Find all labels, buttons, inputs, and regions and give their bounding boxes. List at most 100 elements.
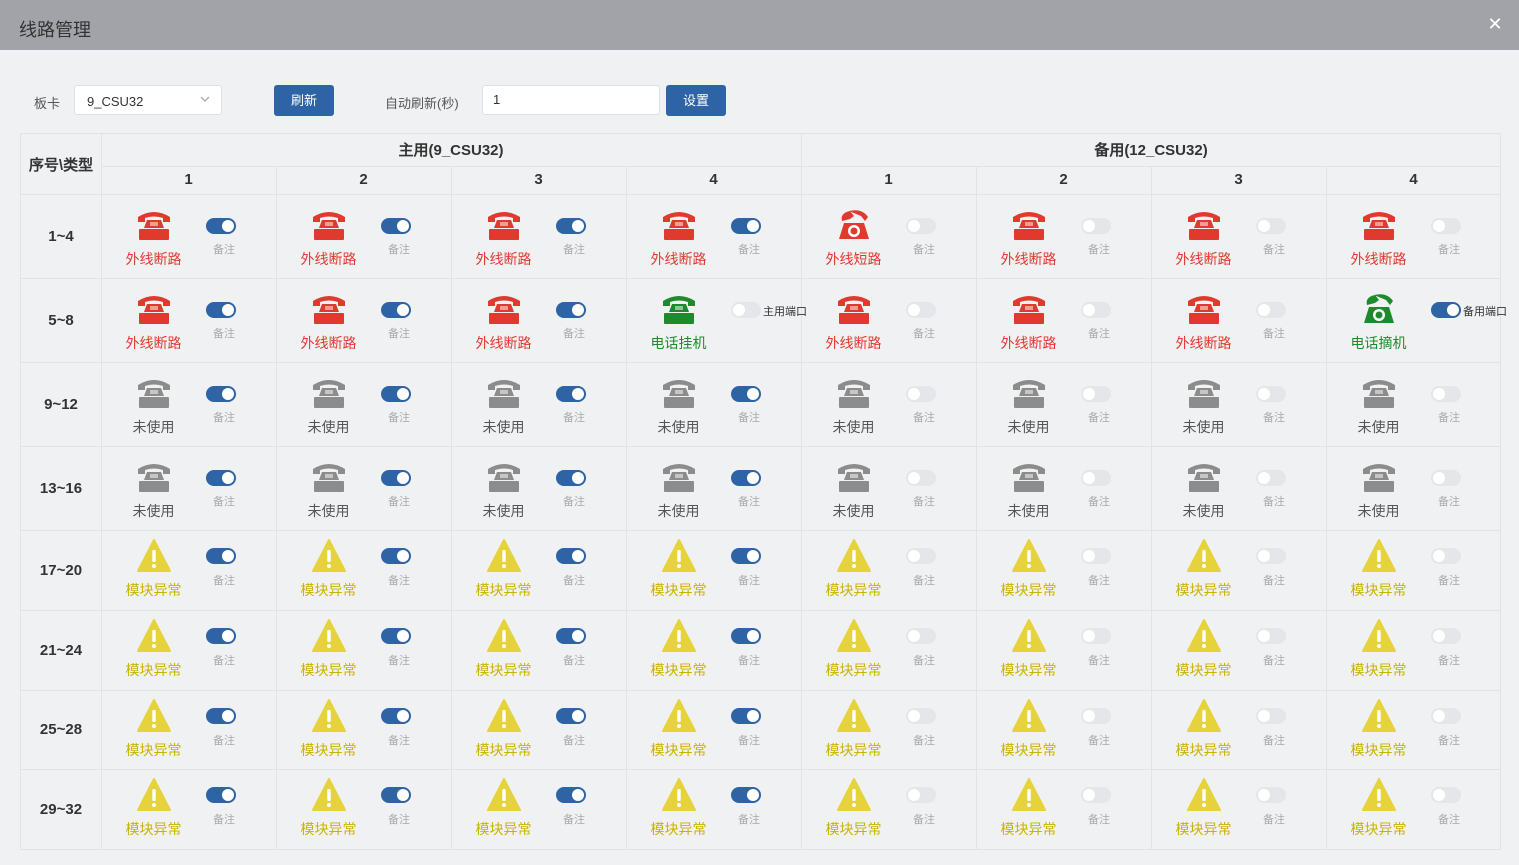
column-header-primary-2: 2 [359,171,368,188]
line-enable-toggle[interactable] [381,787,411,803]
line-enable-toggle[interactable] [731,386,761,402]
warning-icon [1186,538,1222,574]
board-select[interactable]: 9_CSU32 [74,85,222,115]
toggle-knob [1433,710,1445,722]
line-enable-toggle[interactable] [206,302,236,318]
board-select-value: 9_CSU32 [87,94,144,109]
status-text: 外线断路 [650,251,707,267]
line-enable-toggle[interactable] [1256,386,1286,402]
toggle-knob [1083,472,1095,484]
line-enable-toggle[interactable] [1081,628,1111,644]
line-enable-toggle[interactable] [1256,708,1286,724]
line-enable-toggle[interactable] [731,470,761,486]
line-enable-toggle[interactable] [1256,302,1286,318]
line-enable-toggle[interactable] [206,548,236,564]
line-cell: 未使用 备注 [1151,446,1326,530]
line-enable-toggle[interactable] [1431,787,1461,803]
line-enable-toggle[interactable] [1431,548,1461,564]
line-enable-toggle[interactable] [1431,218,1461,234]
line-enable-toggle[interactable] [381,548,411,564]
line-enable-toggle[interactable] [206,628,236,644]
line-enable-toggle[interactable] [381,386,411,402]
line-cell: 外线断路 备注 [101,194,276,278]
line-enable-toggle[interactable] [906,470,936,486]
auto-refresh-input[interactable]: 1 [482,85,660,115]
toggle-knob [1258,472,1270,484]
toggle-knob [1433,220,1445,232]
line-enable-toggle[interactable] [556,787,586,803]
line-enable-toggle[interactable] [731,302,761,318]
line-enable-toggle[interactable] [381,708,411,724]
line-enable-toggle[interactable] [906,628,936,644]
status-text: 模块异常 [825,821,882,837]
line-enable-toggle[interactable] [1431,708,1461,724]
line-enable-toggle[interactable] [1256,470,1286,486]
status-text: 模块异常 [300,582,357,598]
line-enable-toggle[interactable] [906,218,936,234]
line-enable-toggle[interactable] [556,548,586,564]
line-enable-toggle[interactable] [1081,470,1111,486]
line-enable-toggle[interactable] [556,302,586,318]
column-header-primary-3: 3 [534,171,543,188]
line-cell: 模块异常 备注 [801,769,976,849]
line-enable-toggle[interactable] [1256,548,1286,564]
line-enable-toggle[interactable] [1431,302,1461,318]
line-enable-toggle[interactable] [206,708,236,724]
telephone-icon [311,459,347,495]
line-enable-toggle[interactable] [731,787,761,803]
line-enable-toggle[interactable] [1081,218,1111,234]
line-enable-toggle[interactable] [731,548,761,564]
line-enable-toggle[interactable] [381,628,411,644]
note-label: 备注 [1088,814,1110,826]
refresh-button[interactable]: 刷新 [274,85,334,116]
note-label: 备注 [738,575,760,587]
close-icon[interactable]: ✕ [1485,14,1505,34]
line-enable-toggle[interactable] [206,386,236,402]
note-label: 备注 [1263,575,1285,587]
line-enable-toggle[interactable] [1081,787,1111,803]
line-enable-toggle[interactable] [1081,548,1111,564]
line-enable-toggle[interactable] [206,470,236,486]
row-label: 17~20 [39,561,83,579]
status-text: 未使用 [1182,503,1225,519]
line-enable-toggle[interactable] [906,386,936,402]
line-enable-toggle[interactable] [381,470,411,486]
line-enable-toggle[interactable] [1256,787,1286,803]
line-enable-toggle[interactable] [906,708,936,724]
status-text: 未使用 [132,503,175,519]
line-enable-toggle[interactable] [906,787,936,803]
line-enable-toggle[interactable] [1081,708,1111,724]
line-enable-toggle[interactable] [381,218,411,234]
note-label: 备注 [213,735,235,747]
line-enable-toggle[interactable] [1081,386,1111,402]
line-enable-toggle[interactable] [906,302,936,318]
line-enable-toggle[interactable] [556,386,586,402]
line-enable-toggle[interactable] [731,708,761,724]
warning-icon [836,618,872,654]
note-label: 备注 [563,244,585,256]
telephone-icon [661,291,697,327]
line-enable-toggle[interactable] [556,708,586,724]
note-label: 备注 [738,655,760,667]
line-enable-toggle[interactable] [556,628,586,644]
line-enable-toggle[interactable] [731,628,761,644]
line-enable-toggle[interactable] [731,218,761,234]
set-button[interactable]: 设置 [666,85,726,116]
line-enable-toggle[interactable] [1256,628,1286,644]
line-enable-toggle[interactable] [556,218,586,234]
line-enable-toggle[interactable] [381,302,411,318]
warning-icon [136,618,172,654]
line-enable-toggle[interactable] [206,218,236,234]
line-enable-toggle[interactable] [1431,470,1461,486]
line-enable-toggle[interactable] [906,548,936,564]
status-text: 模块异常 [1175,582,1232,598]
line-enable-toggle[interactable] [1081,302,1111,318]
line-enable-toggle[interactable] [1431,386,1461,402]
line-cell: 未使用 备注 [451,362,626,446]
line-enable-toggle[interactable] [1431,628,1461,644]
status-text: 模块异常 [475,821,532,837]
note-label: 备注 [1438,412,1460,424]
line-enable-toggle[interactable] [206,787,236,803]
line-enable-toggle[interactable] [1256,218,1286,234]
line-enable-toggle[interactable] [556,470,586,486]
